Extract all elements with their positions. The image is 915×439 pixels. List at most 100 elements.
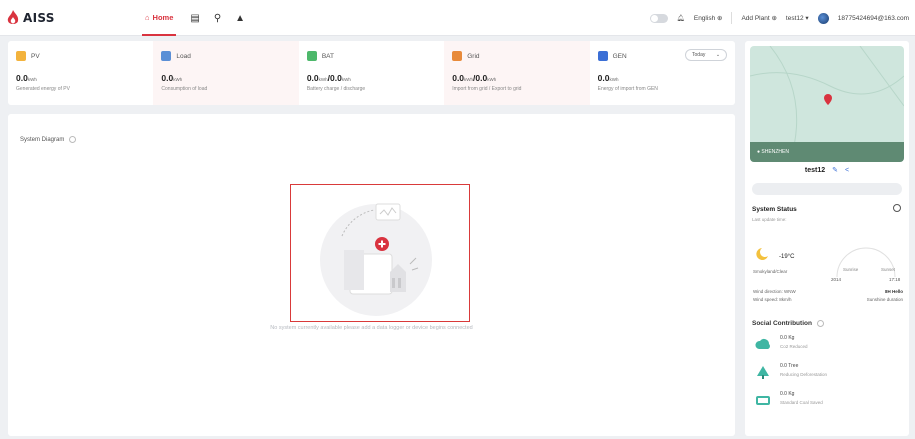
diagram-title-text: System Diagram	[20, 136, 65, 143]
add-plant-label: Add Plant	[741, 15, 770, 22]
system-status-title: System Status	[752, 206, 797, 213]
stat-value: 0.0kWh/0.0kWh	[306, 73, 351, 83]
coal-icon	[756, 396, 770, 405]
user-menu[interactable]: test12 ▾	[786, 14, 809, 22]
plant-side-panel: ● SHENZHEN test12 ✎ < System Status Last…	[745, 41, 909, 436]
tree-icon	[757, 366, 769, 379]
language-label: English	[693, 15, 716, 22]
stat-load: Load 0.0kWh Consumption of load	[153, 41, 299, 105]
social-contribution-title: Social Contribution	[752, 320, 824, 327]
user-email: 18775424694@163.com	[837, 14, 909, 22]
stat-desc: Energy of import from GEN	[597, 86, 658, 92]
notification-bell-icon[interactable]: 🔔︎	[677, 14, 685, 22]
period-value: Today	[692, 52, 706, 58]
social-label: Co2 Reduced	[780, 344, 808, 349]
sunset-label: Sunset	[881, 267, 896, 272]
social-item-co2: 0.0 Kg Co2 Reduced	[755, 334, 895, 354]
user-name: test12	[785, 15, 804, 22]
stat-pv: PV 0.0kWh Generated energy of PV	[8, 41, 153, 105]
main-nav: ⌂ Home ▤ ⚲ ▲	[142, 0, 245, 36]
social-value: 0.0 Kg	[780, 335, 795, 341]
map-footer: ● SHENZHEN	[750, 142, 904, 162]
diagram-title: System Diagram	[20, 136, 77, 143]
stat-desc: Import from grid / Export to grid	[452, 86, 522, 92]
stat-value: 0.0kWh/0.0kWh	[452, 73, 497, 83]
empty-message: No system currently available please add…	[270, 325, 473, 331]
theme-toggle[interactable]	[649, 13, 668, 23]
stat-label: BAT	[321, 52, 334, 60]
temperature: -19°C	[779, 254, 795, 260]
social-item-tree: 0.0 Tree Reducing Deforestation	[755, 362, 895, 382]
wind-direction: Wind direction: WNW	[753, 289, 796, 294]
stat-value: 0.0kWh	[161, 73, 183, 83]
plant-info-bar	[752, 183, 902, 195]
stat-desc: Battery charge / discharge	[306, 86, 366, 92]
nav-home-tab[interactable]: ⌂ Home	[142, 0, 177, 36]
header-tools: 🔔︎ English ⊕ Add Plant ⊕ test12 ▾ 187754…	[649, 0, 909, 36]
plant-name-row: test12 ✎ <	[745, 166, 909, 175]
edit-icon[interactable]: ✎	[832, 166, 838, 174]
stat-desc: Generated energy of PV	[16, 86, 70, 92]
top-navigation-bar: AISS ⌂ Home ▤ ⚲ ▲ 🔔︎ English ⊕ Add Plant…	[0, 0, 915, 36]
sunrise-label: Sunrise	[843, 267, 859, 272]
social-value: 0.0 Kg	[780, 391, 795, 397]
stat-grid: Grid 0.0kWh/0.0kWh Import from grid / Ex…	[444, 41, 590, 105]
refresh-icon[interactable]	[893, 204, 901, 212]
flame-logo-icon	[7, 10, 19, 24]
list-icon[interactable]: ▤	[190, 13, 199, 24]
home-icon: ⌂	[145, 12, 150, 22]
generator-icon	[597, 51, 608, 61]
stat-label: GEN	[612, 52, 627, 60]
divider	[731, 12, 733, 24]
stat-gen: GEN 0.0kWh Energy of import from GEN Tod…	[590, 41, 735, 105]
share-icon[interactable]: <	[845, 167, 849, 174]
house-icon	[161, 51, 172, 61]
map-location: SHENZHEN	[761, 149, 789, 155]
social-label: Standard Coal Saved	[780, 400, 823, 405]
social-label: Reducing Deforestation	[780, 372, 828, 377]
location-pin-icon[interactable]: ⚲	[214, 13, 221, 24]
tower-icon	[452, 51, 463, 61]
sun-cloud-icon	[756, 248, 768, 260]
sunshine-duration: Sunshine duration	[866, 297, 903, 302]
stat-value: 0.0kWh	[597, 73, 619, 83]
plant-name: test12	[804, 166, 826, 174]
stat-label: Load	[176, 52, 191, 60]
sun-arc	[836, 247, 896, 278]
alert-triangle-icon[interactable]: ▲	[235, 13, 245, 24]
chevron-down-icon: ⌄	[715, 52, 721, 58]
info-icon[interactable]	[816, 320, 824, 327]
nav-home-label: Home	[152, 12, 174, 22]
wind-direction-row: Wind direction: WNW 8H Hello	[753, 289, 903, 294]
sunrise-time: 2014	[831, 277, 842, 282]
wind-speed-row: Wind speed: 8km/h Sunshine duration	[753, 297, 903, 302]
stat-label: Grid	[467, 52, 480, 60]
social-value: 0.0 Tree	[780, 363, 799, 369]
avatar[interactable]	[817, 12, 829, 24]
stat-label: PV	[31, 52, 40, 60]
add-plant-button[interactable]: Add Plant ⊕	[741, 14, 776, 22]
logo-text: AISS	[23, 11, 55, 25]
stat-desc: Consumption of load	[161, 86, 208, 92]
social-title-text: Social Contribution	[752, 320, 812, 327]
plant-map[interactable]: ● SHENZHEN	[750, 46, 904, 162]
sunset-time: 17:18	[889, 277, 901, 282]
system-diagram-panel: System Diagram No system currently avail…	[8, 114, 735, 436]
empty-system-illustration[interactable]	[314, 196, 444, 316]
weather-desc: Smokyland/Clear	[753, 269, 788, 274]
language-selector[interactable]: English ⊕	[694, 14, 723, 22]
social-item-coal: 0.0 Kg Standard Coal Saved	[755, 390, 895, 410]
stat-bat: BAT 0.0kWh/0.0kWh Battery charge / disch…	[299, 41, 444, 105]
wind-speed: Wind speed: 8km/h	[753, 297, 792, 302]
battery-icon	[306, 51, 317, 61]
info-icon[interactable]	[69, 136, 77, 143]
cloud-icon	[755, 339, 770, 349]
energy-stats-row: PV 0.0kWh Generated energy of PV Load 0.…	[8, 41, 735, 105]
stat-value: 0.0kWh	[16, 73, 37, 83]
period-select[interactable]: Today ⌄	[685, 49, 728, 61]
location-dot-icon: ●	[757, 149, 761, 155]
wind-direction-value: 8H Hello	[884, 289, 903, 294]
last-update-label: Last update time:	[752, 217, 787, 222]
solar-panel-icon	[16, 51, 26, 61]
logo[interactable]: AISS	[6, 10, 55, 26]
